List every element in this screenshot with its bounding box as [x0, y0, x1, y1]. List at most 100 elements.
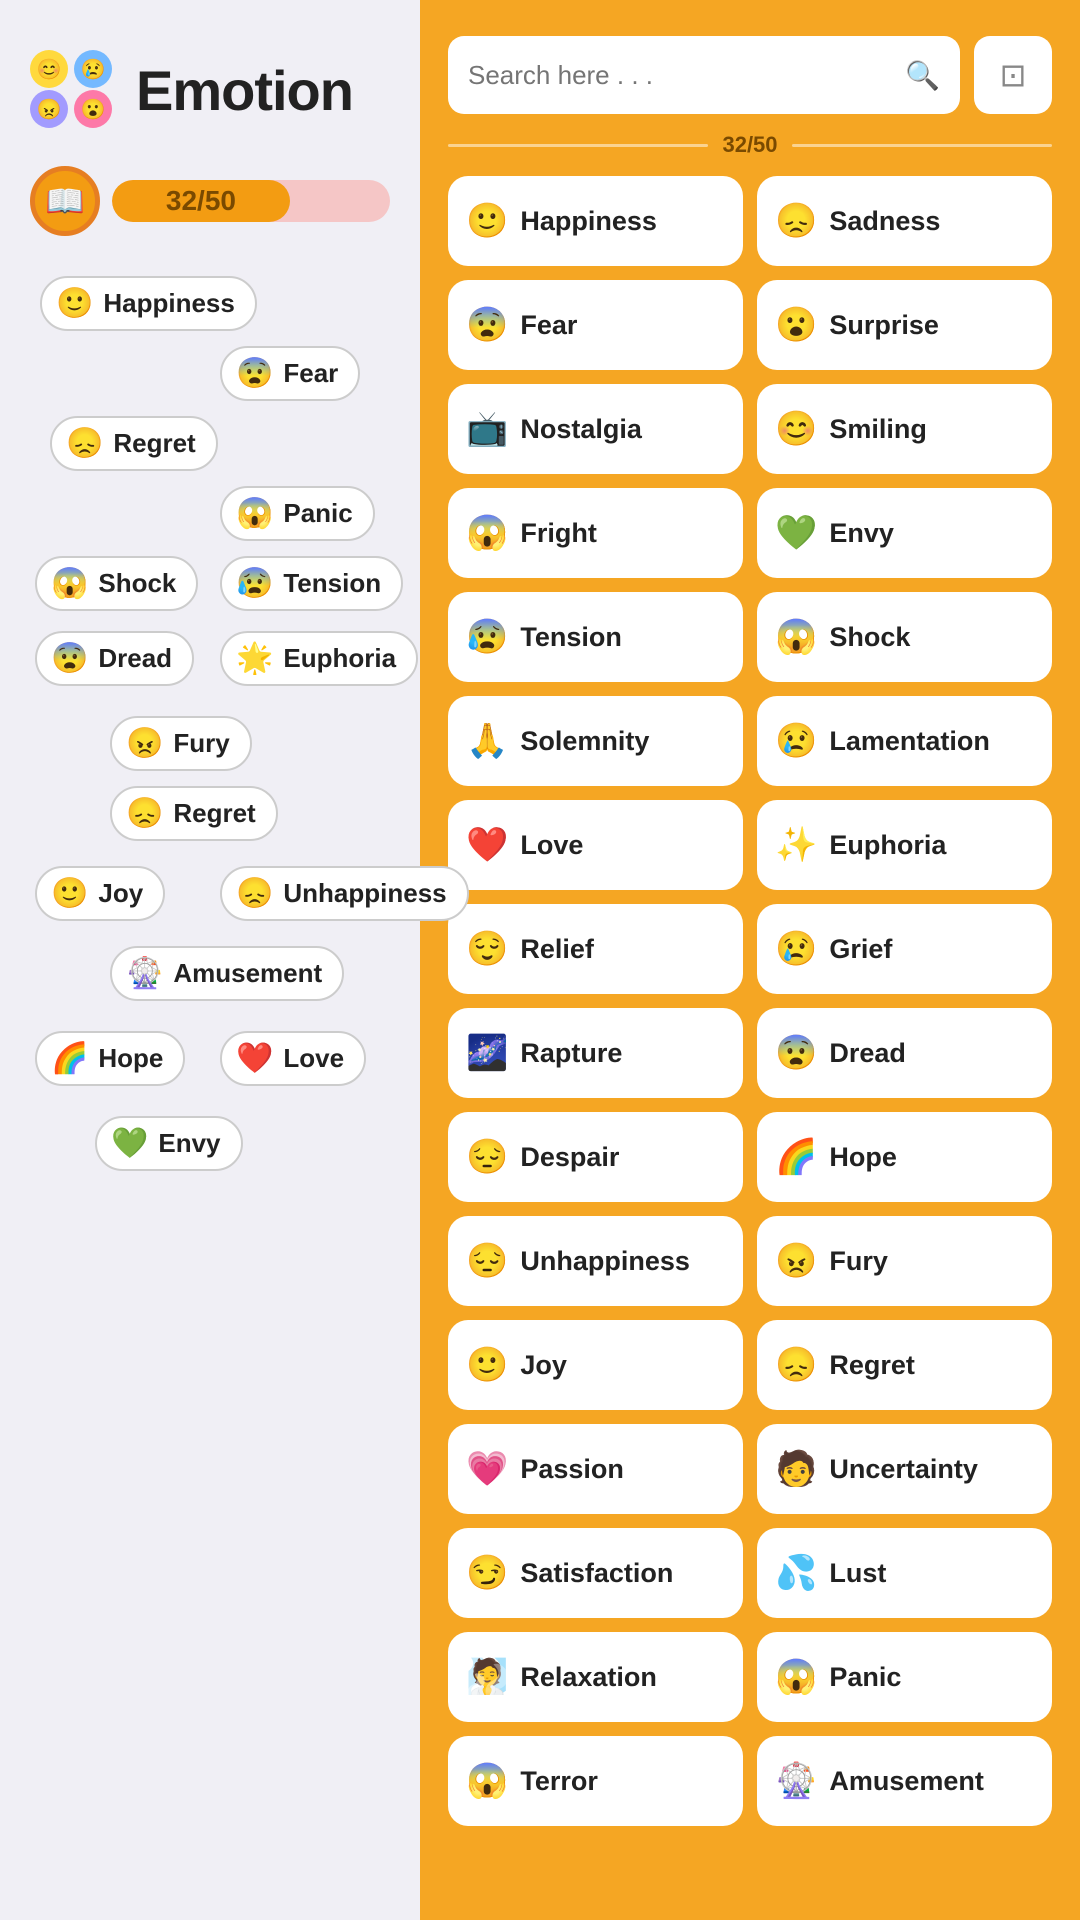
chip-label-regret: Regret	[113, 428, 195, 459]
emotion-icon-uncertainty: 🧑	[775, 1452, 817, 1486]
emotion-card-envy[interactable]: 💚 Envy	[757, 488, 1052, 578]
search-input[interactable]	[468, 60, 891, 91]
left-chip-euphoria[interactable]: 🌟 Euphoria	[220, 631, 418, 686]
emotion-card-panic[interactable]: 😱 Panic	[757, 1632, 1052, 1722]
emotion-card-uncertainty[interactable]: 🧑 Uncertainty	[757, 1424, 1052, 1514]
chip-label-shock: Shock	[98, 568, 176, 599]
emotion-card-tension[interactable]: 😰 Tension	[448, 592, 743, 682]
emotion-label-satisfaction: Satisfaction	[520, 1558, 673, 1589]
filter-button[interactable]: ⊡	[974, 36, 1052, 114]
emotion-card-love[interactable]: ❤️ Love	[448, 800, 743, 890]
chip-label-euphoria: Euphoria	[283, 643, 396, 674]
emotion-card-happiness[interactable]: 🙂 Happiness	[448, 176, 743, 266]
chip-label-dread: Dread	[98, 643, 172, 674]
emotion-icon-joy: 🙂	[466, 1348, 508, 1382]
emotion-icon-unhappiness: 😔	[466, 1244, 508, 1278]
emotion-icon-satisfaction: 😏	[466, 1556, 508, 1590]
emotion-label-regret: Regret	[829, 1350, 915, 1381]
emotion-icon-amusement: 🎡	[775, 1764, 817, 1798]
emotion-label-love: Love	[520, 830, 583, 861]
emotion-icon-regret: 😞	[775, 1348, 817, 1382]
emotion-card-lust[interactable]: 💦 Lust	[757, 1528, 1052, 1618]
emotion-card-lamentation[interactable]: 😢 Lamentation	[757, 696, 1052, 786]
left-chip-dread[interactable]: 😨 Dread	[35, 631, 194, 686]
emotion-card-euphoria[interactable]: ✨ Euphoria	[757, 800, 1052, 890]
emotion-icon-dread: 😨	[775, 1036, 817, 1070]
emotion-label-smiling: Smiling	[829, 414, 927, 445]
left-chip-amusement[interactable]: 🎡 Amusement	[110, 946, 344, 1001]
emotion-card-rapture[interactable]: 🌌 Rapture	[448, 1008, 743, 1098]
chip-label-panic: Panic	[283, 498, 352, 529]
left-chip-panic[interactable]: 😱 Panic	[220, 486, 375, 541]
emotion-label-amusement: Amusement	[829, 1766, 984, 1797]
search-icon[interactable]: 🔍	[905, 59, 940, 92]
emotion-icon-panic: 😱	[775, 1660, 817, 1694]
left-chip-envy[interactable]: 💚 Envy	[95, 1116, 243, 1171]
emotion-card-solemnity[interactable]: 🙏 Solemnity	[448, 696, 743, 786]
emotion-icon-fury: 😠	[775, 1244, 817, 1278]
emotion-card-surprise[interactable]: 😮 Surprise	[757, 280, 1052, 370]
left-chip-fear[interactable]: 😨 Fear	[220, 346, 360, 401]
emotion-label-grief: Grief	[829, 934, 892, 965]
logo-face-2: 😢	[74, 50, 112, 88]
chip-icon-happiness: 🙂	[56, 289, 93, 319]
left-chip-happiness[interactable]: 🙂 Happiness	[40, 276, 257, 331]
logo-face-3: 😠	[30, 90, 68, 128]
emotion-card-sadness[interactable]: 😞 Sadness	[757, 176, 1052, 266]
emotion-label-sadness: Sadness	[829, 206, 940, 237]
emotion-icon-fright: 😱	[466, 516, 508, 550]
chip-icon-joy: 🙂	[51, 879, 88, 909]
emotion-card-unhappiness[interactable]: 😔 Unhappiness	[448, 1216, 743, 1306]
emotion-card-hope[interactable]: 🌈 Hope	[757, 1112, 1052, 1202]
emotion-card-amusement[interactable]: 🎡 Amusement	[757, 1736, 1052, 1826]
emotion-icon-despair: 😔	[466, 1140, 508, 1174]
logo-face-1: 😊	[30, 50, 68, 88]
emotion-card-fear[interactable]: 😨 Fear	[448, 280, 743, 370]
left-chip-tension[interactable]: 😰 Tension	[220, 556, 403, 611]
emotion-card-satisfaction[interactable]: 😏 Satisfaction	[448, 1528, 743, 1618]
emotion-card-smiling[interactable]: 😊 Smiling	[757, 384, 1052, 474]
emotion-icon-happiness: 🙂	[466, 204, 508, 238]
emotion-icon-envy: 💚	[775, 516, 817, 550]
left-chip-regret[interactable]: 😞 Regret	[50, 416, 218, 471]
grid-scroll[interactable]: 🙂 Happiness 😞 Sadness 😨 Fear 😮 Surprise …	[448, 176, 1052, 1900]
emotion-card-relaxation[interactable]: 🧖 Relaxation	[448, 1632, 743, 1722]
progress-icon: 📖	[30, 166, 100, 236]
counter-text: 32/50	[722, 132, 777, 158]
left-chip-love[interactable]: ❤️ Love	[220, 1031, 366, 1086]
right-panel: 🔍 ⊡ 32/50 🙂 Happiness 😞 Sadness 😨 Fear 😮…	[420, 0, 1080, 1920]
emotion-label-lust: Lust	[829, 1558, 886, 1589]
left-chip-unhappiness[interactable]: 😞 Unhappiness	[220, 866, 469, 921]
emotion-card-shock[interactable]: 😱 Shock	[757, 592, 1052, 682]
emotion-card-relief[interactable]: 😌 Relief	[448, 904, 743, 994]
chip-icon-euphoria: 🌟	[236, 644, 273, 674]
emotion-icon-passion: 💗	[466, 1452, 508, 1486]
left-chip-fury[interactable]: 😠 Fury	[110, 716, 252, 771]
chip-label-tension: Tension	[283, 568, 381, 599]
emotion-card-fright[interactable]: 😱 Fright	[448, 488, 743, 578]
left-panel: 😊 😢 😠 😮 Emotion 📖 32/50 🙂 Happiness 😨 Fe…	[0, 0, 420, 1920]
emotion-card-passion[interactable]: 💗 Passion	[448, 1424, 743, 1514]
emotion-card-joy[interactable]: 🙂 Joy	[448, 1320, 743, 1410]
left-chip-hope[interactable]: 🌈 Hope	[35, 1031, 185, 1086]
emotion-card-dread[interactable]: 😨 Dread	[757, 1008, 1052, 1098]
app-title: Emotion	[136, 58, 353, 123]
emotions-grid: 🙂 Happiness 😞 Sadness 😨 Fear 😮 Surprise …	[448, 176, 1052, 1846]
emotion-label-nostalgia: Nostalgia	[520, 414, 642, 445]
emotion-card-terror[interactable]: 😱 Terror	[448, 1736, 743, 1826]
emotion-icon-grief: 😢	[775, 932, 817, 966]
emotion-card-despair[interactable]: 😔 Despair	[448, 1112, 743, 1202]
counter-line-left	[448, 144, 708, 147]
progress-text: 32/50	[166, 185, 236, 217]
emotion-label-uncertainty: Uncertainty	[829, 1454, 978, 1485]
emotion-card-nostalgia[interactable]: 📺 Nostalgia	[448, 384, 743, 474]
left-chip-regret2[interactable]: 😞 Regret	[110, 786, 278, 841]
left-chip-shock[interactable]: 😱 Shock	[35, 556, 198, 611]
emotion-card-fury[interactable]: 😠 Fury	[757, 1216, 1052, 1306]
emotion-label-joy: Joy	[520, 1350, 567, 1381]
app-header: 😊 😢 😠 😮 Emotion	[30, 50, 390, 130]
emotion-label-surprise: Surprise	[829, 310, 939, 341]
emotion-card-regret[interactable]: 😞 Regret	[757, 1320, 1052, 1410]
left-chip-joy[interactable]: 🙂 Joy	[35, 866, 165, 921]
emotion-card-grief[interactable]: 😢 Grief	[757, 904, 1052, 994]
